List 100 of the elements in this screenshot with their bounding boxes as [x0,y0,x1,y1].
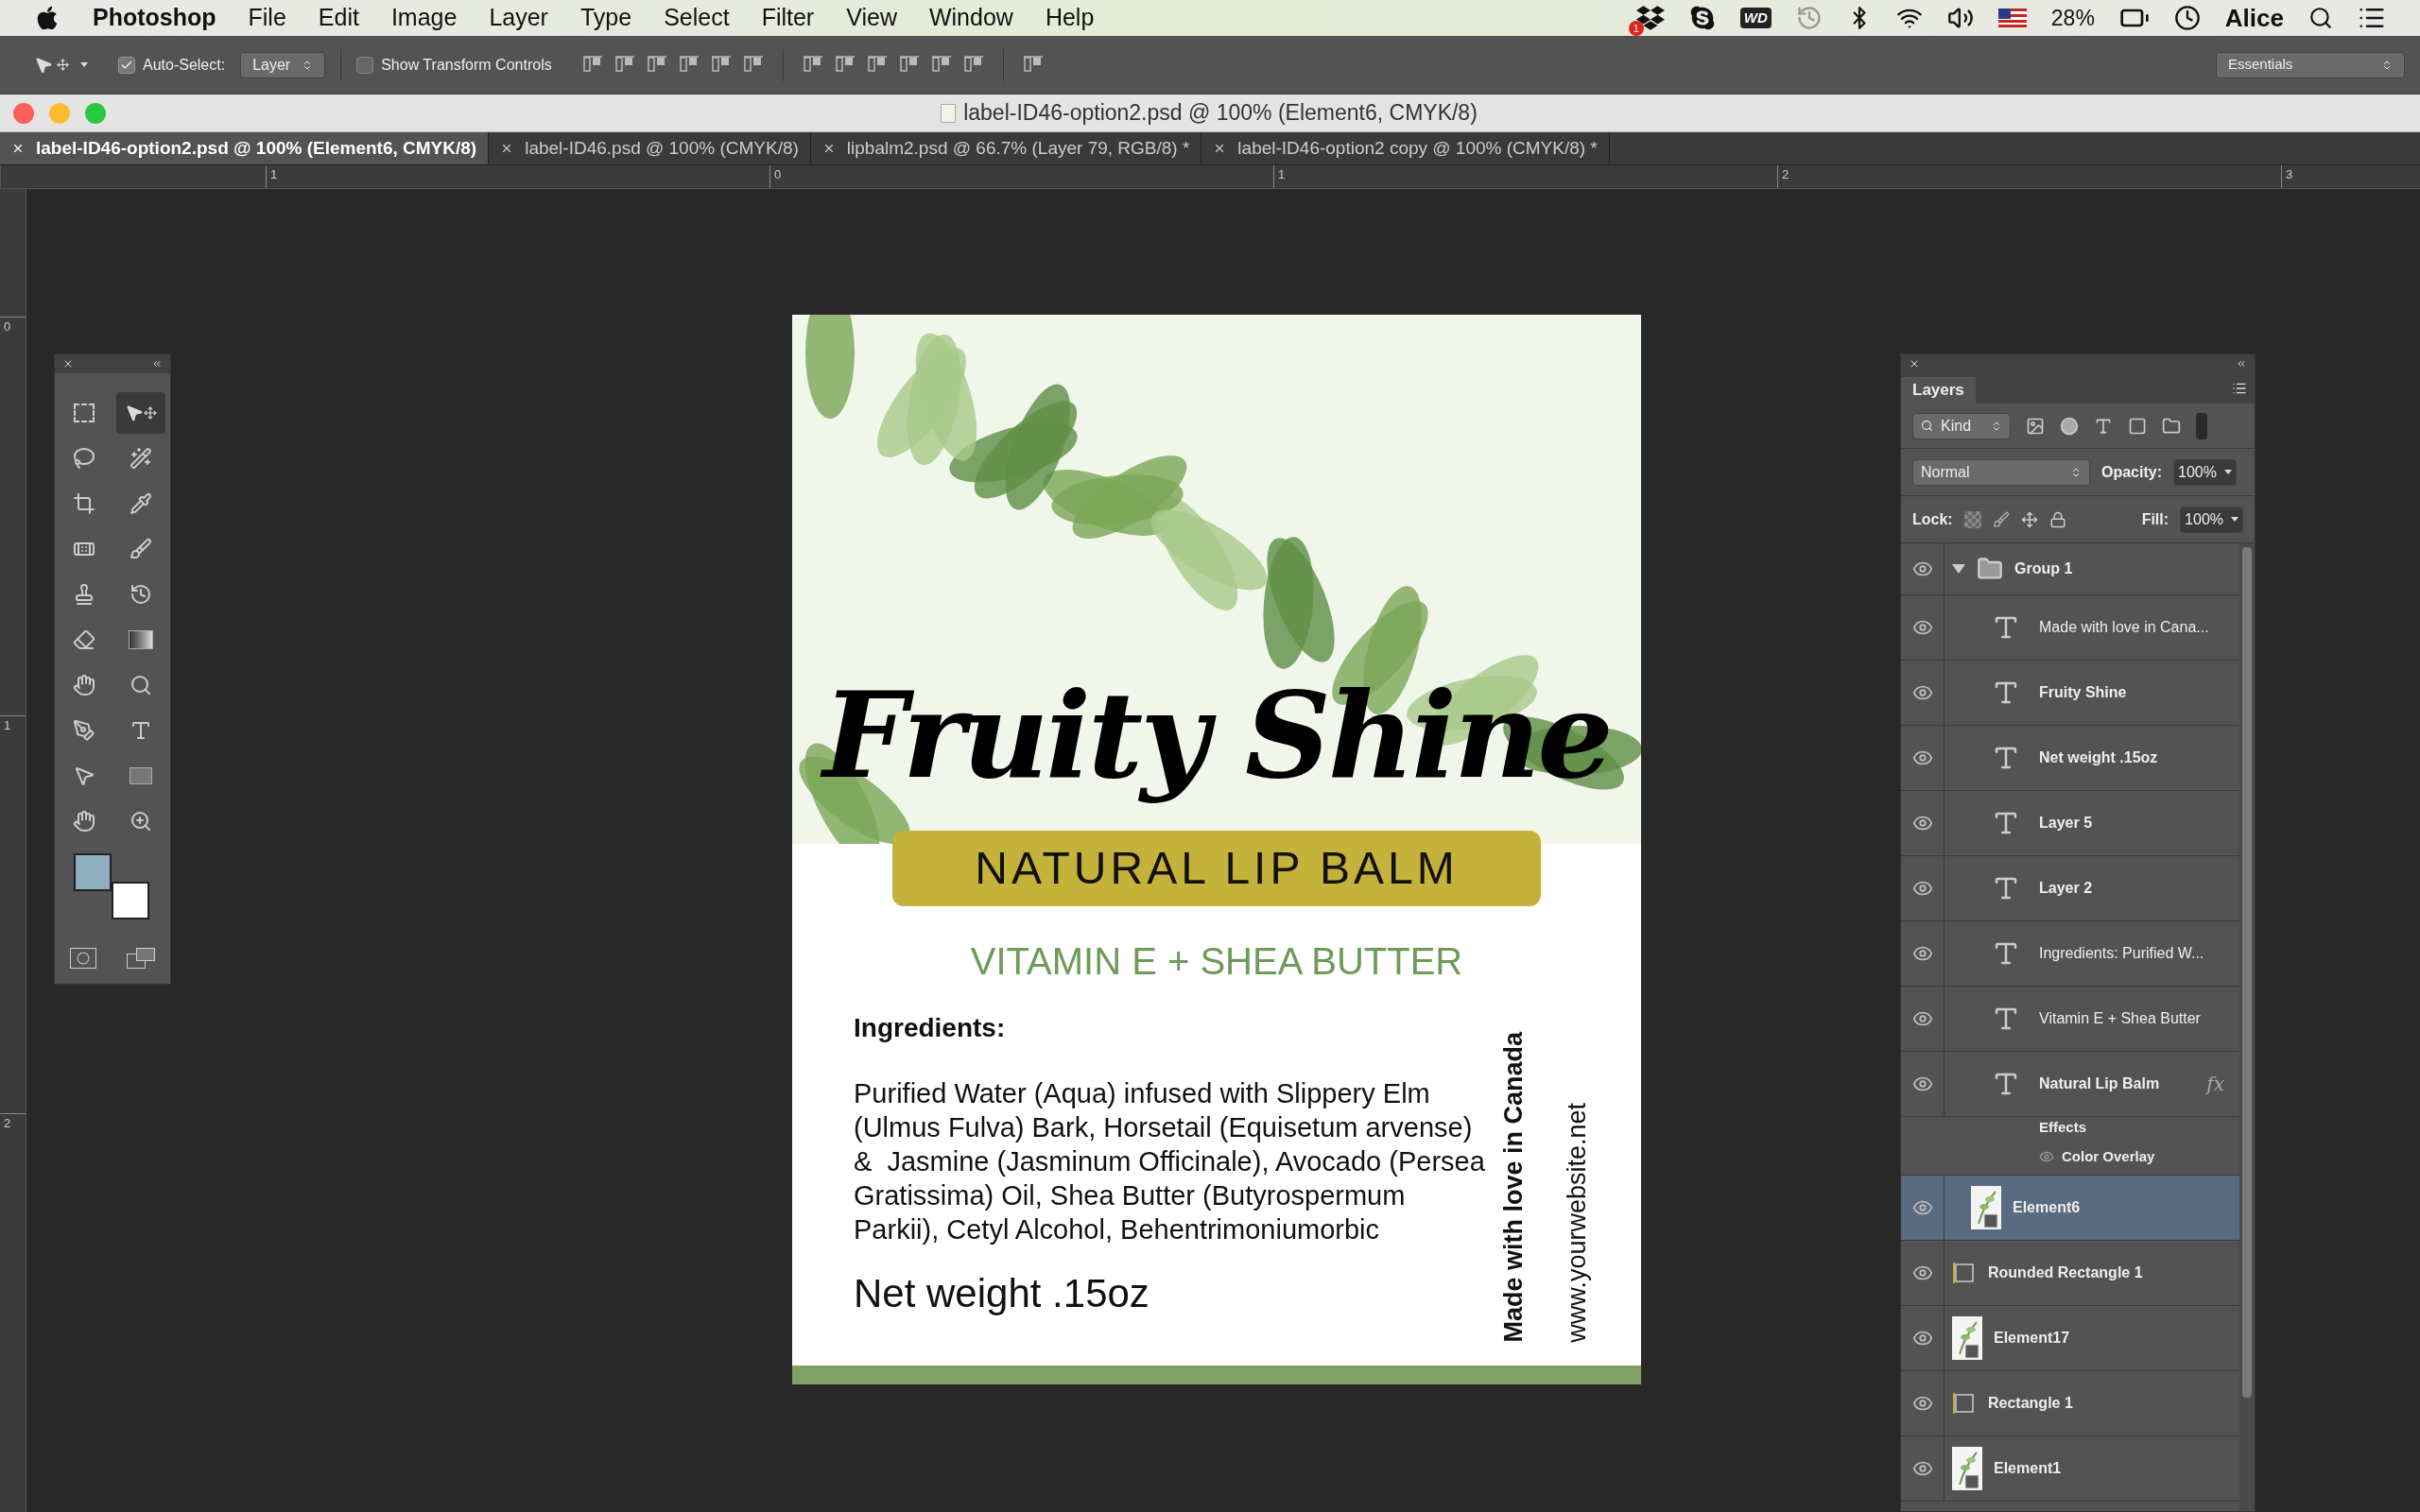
layer-row[interactable]: Element6 [1901,1176,2239,1241]
auto-select-checkbox[interactable] [118,56,135,74]
layer-name: Made with love in Cana... [2039,618,2209,637]
lock-all-icon[interactable] [2048,510,2066,528]
flag-icon[interactable] [1997,9,2027,27]
panel-menu-icon[interactable] [2232,381,2247,396]
layer-row[interactable]: Layer 5 [1901,791,2239,856]
layer-row[interactable]: Element17 [1901,1306,2239,1371]
close-icon[interactable] [1909,358,1920,369]
effect-name[interactable]: Color Overlay [2062,1145,2155,1167]
ruler-number: 1 [0,714,26,1114]
image-filter-icon[interactable] [2026,416,2045,436]
lock-paint-icon[interactable] [1992,510,2010,528]
box-icon[interactable] [1635,4,1665,32]
layer-name: Group 1 [2014,559,2073,578]
menu-item[interactable]: Type [579,0,632,36]
battery-percent: 28% [2050,4,2095,32]
layer-row[interactable]: Fruity Shine [1901,661,2239,726]
filter-kind-dropdown[interactable]: Kind [1912,412,2011,439]
layer-row[interactable]: Layer 2 [1901,856,2239,921]
ruler-number: 1 [1273,165,1777,188]
ruler-number: 2 [1777,165,2281,188]
fx-label: fx [2206,1072,2224,1097]
workspace-dropdown[interactable]: Essentials [2216,51,2405,78]
auto-select-label: Auto-Select: [143,55,226,75]
layer-row[interactable]: Ingredients: Purified W... [1901,921,2239,987]
ruler-number: 1 [266,165,769,188]
ruler-number: 0 [0,317,26,715]
ruler-number: 0 [769,165,1273,188]
filter-toggle[interactable] [2196,412,2207,439]
shape-layer-icon [1952,1261,1977,1285]
background-color-swatch[interactable] [112,882,149,919]
screen-mode-icon[interactable] [127,948,155,969]
transform-controls-label: Show Transform Controls [381,55,552,75]
layer-row[interactable]: Natural Lip Balm fx [1901,1052,2239,1117]
menu-item[interactable]: Image [390,0,458,36]
drive-icon[interactable]: WD [1739,7,1772,29]
window-title: label-ID46-option2.psd @ 100% (Element6, CMYK/8) [963,99,1478,128]
layer-row[interactable]: Rounded Rectangle 1 [1901,1241,2239,1306]
clock-icon[interactable] [2173,5,2201,31]
smart-object-filter-icon[interactable] [2162,416,2181,436]
leaf-thumbnail [1952,1316,1982,1360]
opacity-field[interactable]: 100% [2173,458,2237,486]
menu-item[interactable]: View [846,0,897,36]
disclosure-triangle-icon[interactable] [1952,564,1965,574]
menu-item[interactable]: Help [1045,0,1095,36]
scrollbar[interactable] [2239,543,2255,1511]
notification-badge: 1 [1628,21,1644,36]
stepper-arrows-icon [2070,466,2082,478]
search-icon[interactable] [2308,6,2333,30]
label-subtitle: VITAMIN E + SHEA BUTTER [970,939,1463,985]
layer-name: Element1 [1994,1459,2062,1478]
search-icon [1921,420,1933,432]
lock-position-icon[interactable] [2020,510,2038,528]
net-weight: Net weight .15oz [854,1270,1150,1318]
transform-controls-checkbox[interactable] [356,56,374,74]
fill-field[interactable]: 100% [2180,506,2243,533]
collapse-icon[interactable] [2236,358,2247,369]
menu-item[interactable]: Filter [761,0,815,36]
menu-item[interactable]: File [248,0,286,36]
stepper-arrows-icon [2381,59,2393,71]
folder-icon [1977,556,2003,582]
shape-layer-icon [1952,1391,1977,1416]
s-logo-icon[interactable] [1688,5,1716,31]
menu-item[interactable]: Window [928,0,1013,36]
leaf-thumbnail [1971,1186,2001,1229]
layer-row[interactable]: Group 1 [1901,543,2239,595]
layer-row[interactable]: Vitamin E + Shea Butter [1901,987,2239,1052]
fill-label: Fill: [2141,509,2169,529]
user-name[interactable]: Alice [2224,0,2284,37]
product-type-banner: NATURAL LIP BALM [892,831,1541,907]
collapse-icon[interactable] [151,358,163,369]
layer-name: Rectangle 1 [1988,1394,2073,1413]
layers-tab[interactable]: Layers [1901,377,1976,404]
layer-row[interactable]: Element1 [1901,1436,2239,1502]
layer-row[interactable]: Net weight .15oz [1901,726,2239,791]
layer-name: Vitamin E + Shea Butter [2039,1009,2201,1028]
target-dropdown[interactable]: Layer [240,51,326,78]
layer-name: Net weight .15oz [2039,748,2158,767]
layer-name: Element17 [1994,1329,2070,1348]
move-tool-icon[interactable] [116,392,165,434]
document-tab[interactable]: label-ID46-option2.psd @ 100% (Element6, CMYK/8) [0,132,490,164]
menu-item[interactable]: Layer [489,0,548,36]
blend-mode-dropdown[interactable]: Normal [1912,458,2090,486]
close-tab-icon[interactable] [11,142,25,155]
menu-item[interactable]: Select [664,0,730,36]
close-icon[interactable] [62,358,74,369]
adjustment-filter-icon[interactable] [2060,416,2079,436]
effects-label: Effects [2039,1118,2088,1137]
ingredients-text: Purified Water (Aqua) infused with Slippery Elm (Ulmus Fulva) Bark, Horsetail (Equisetum arvense) & Jasmine (Jasminum Officinale), Avocado (Persea Gratissima) Oil, Shea Butter (Butyrospermum Parkii), Cetyl Alcohol, Behentrimoniumorbic [854,1077,1486,1247]
shape-filter-icon[interactable] [2128,416,2147,436]
layer-row[interactable]: Rectangle 1 [1901,1371,2239,1436]
layer-row[interactable]: Made with love in Cana... [1901,595,2239,661]
menu-item[interactable]: Edit [318,0,359,36]
layer-name: Element6 [2013,1198,2081,1217]
ingredients-heading: Ingredients: [854,1012,1007,1045]
vertical-label-text: Made with love in Canada [1498,1032,1529,1343]
foreground-color-swatch[interactable] [74,853,112,891]
quick-mask-icon[interactable] [70,948,96,969]
app-menu[interactable]: Photoshop [93,0,216,36]
